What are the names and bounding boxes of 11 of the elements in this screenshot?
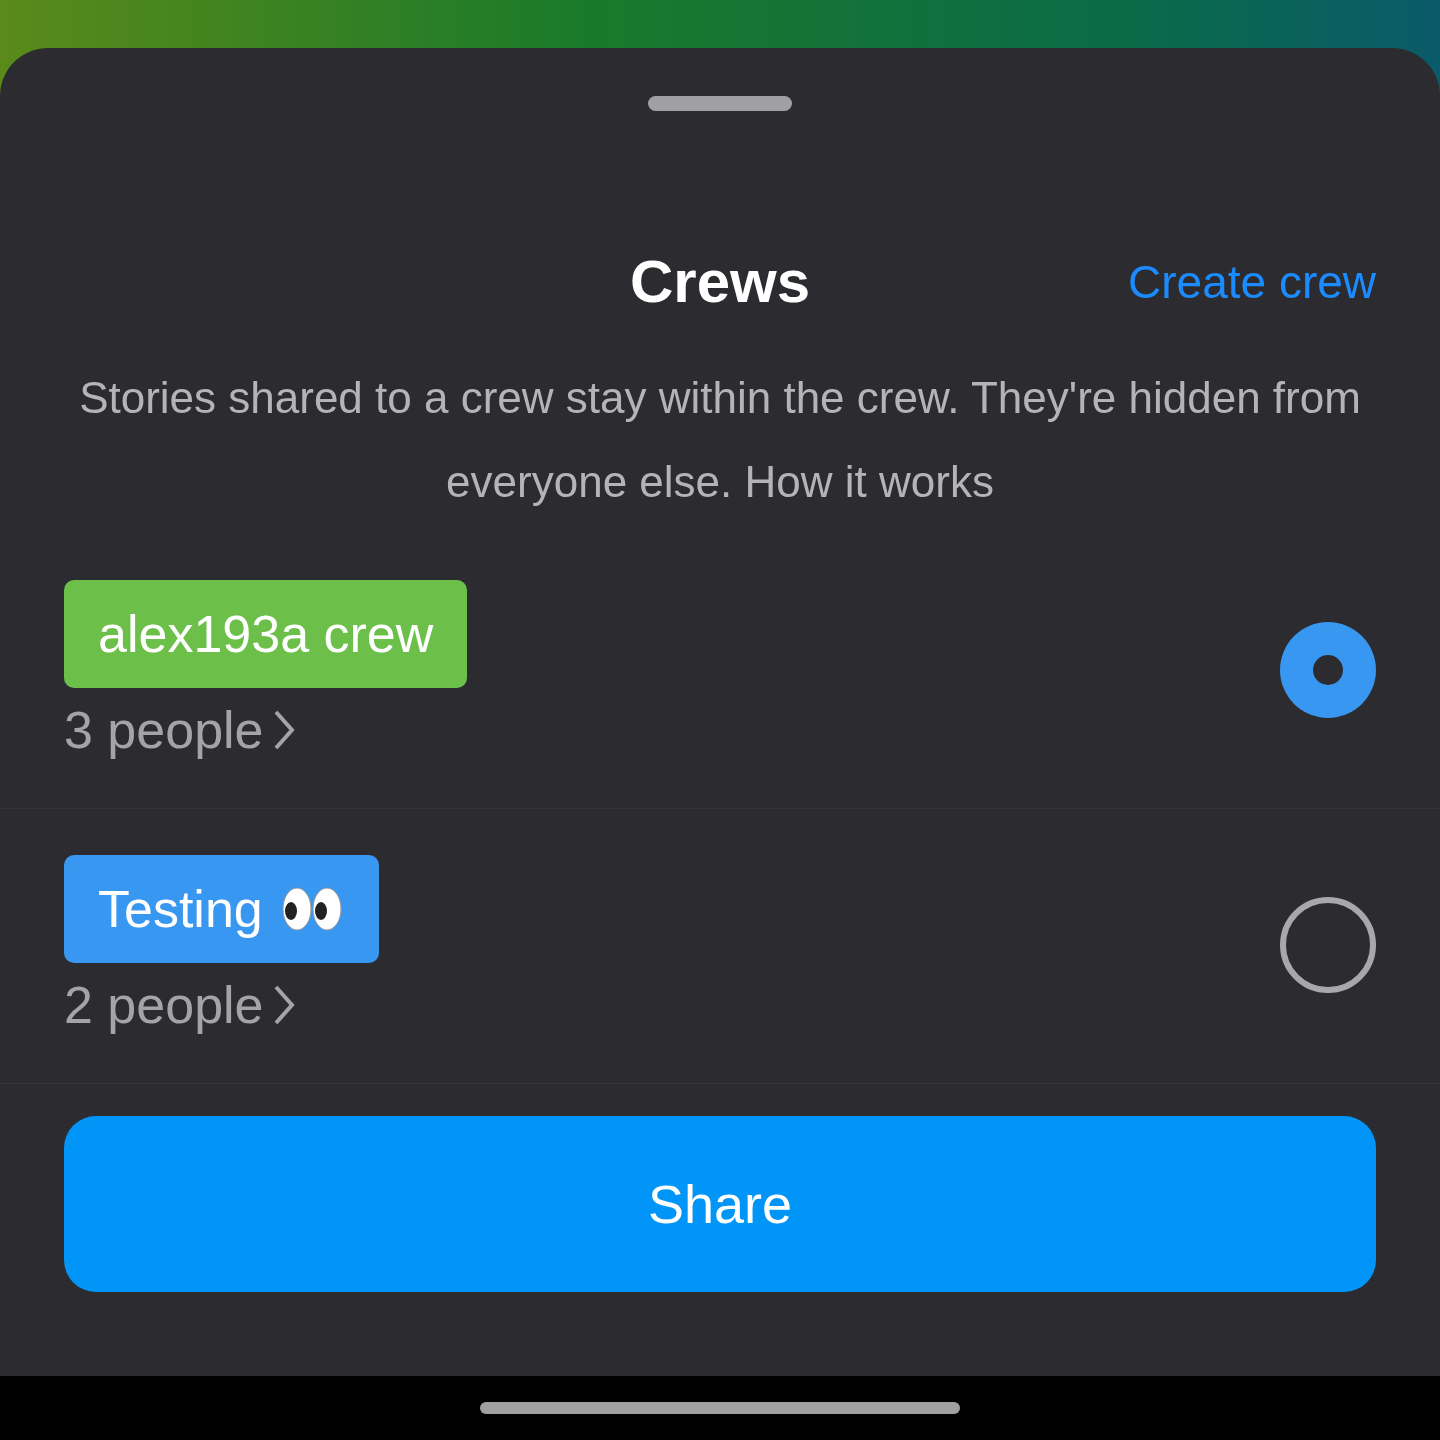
members-link[interactable]: 3 people — [64, 700, 296, 760]
crew-name: Testing — [98, 879, 263, 939]
members-link[interactable]: 2 people — [64, 975, 296, 1035]
crew-name: alex193a crew — [98, 604, 434, 664]
create-crew-link[interactable]: Create crew — [1128, 254, 1376, 309]
radio-button[interactable] — [1280, 897, 1376, 993]
description-text: Stories shared to a crew stay within the crew. They're hidden from everyone else. How it works — [78, 372, 1362, 508]
drag-handle[interactable] — [648, 96, 792, 111]
sheet-title: Crews — [629, 247, 811, 316]
eyes-icon — [280, 885, 345, 933]
share-button[interactable]: Share — [64, 1116, 1376, 1292]
